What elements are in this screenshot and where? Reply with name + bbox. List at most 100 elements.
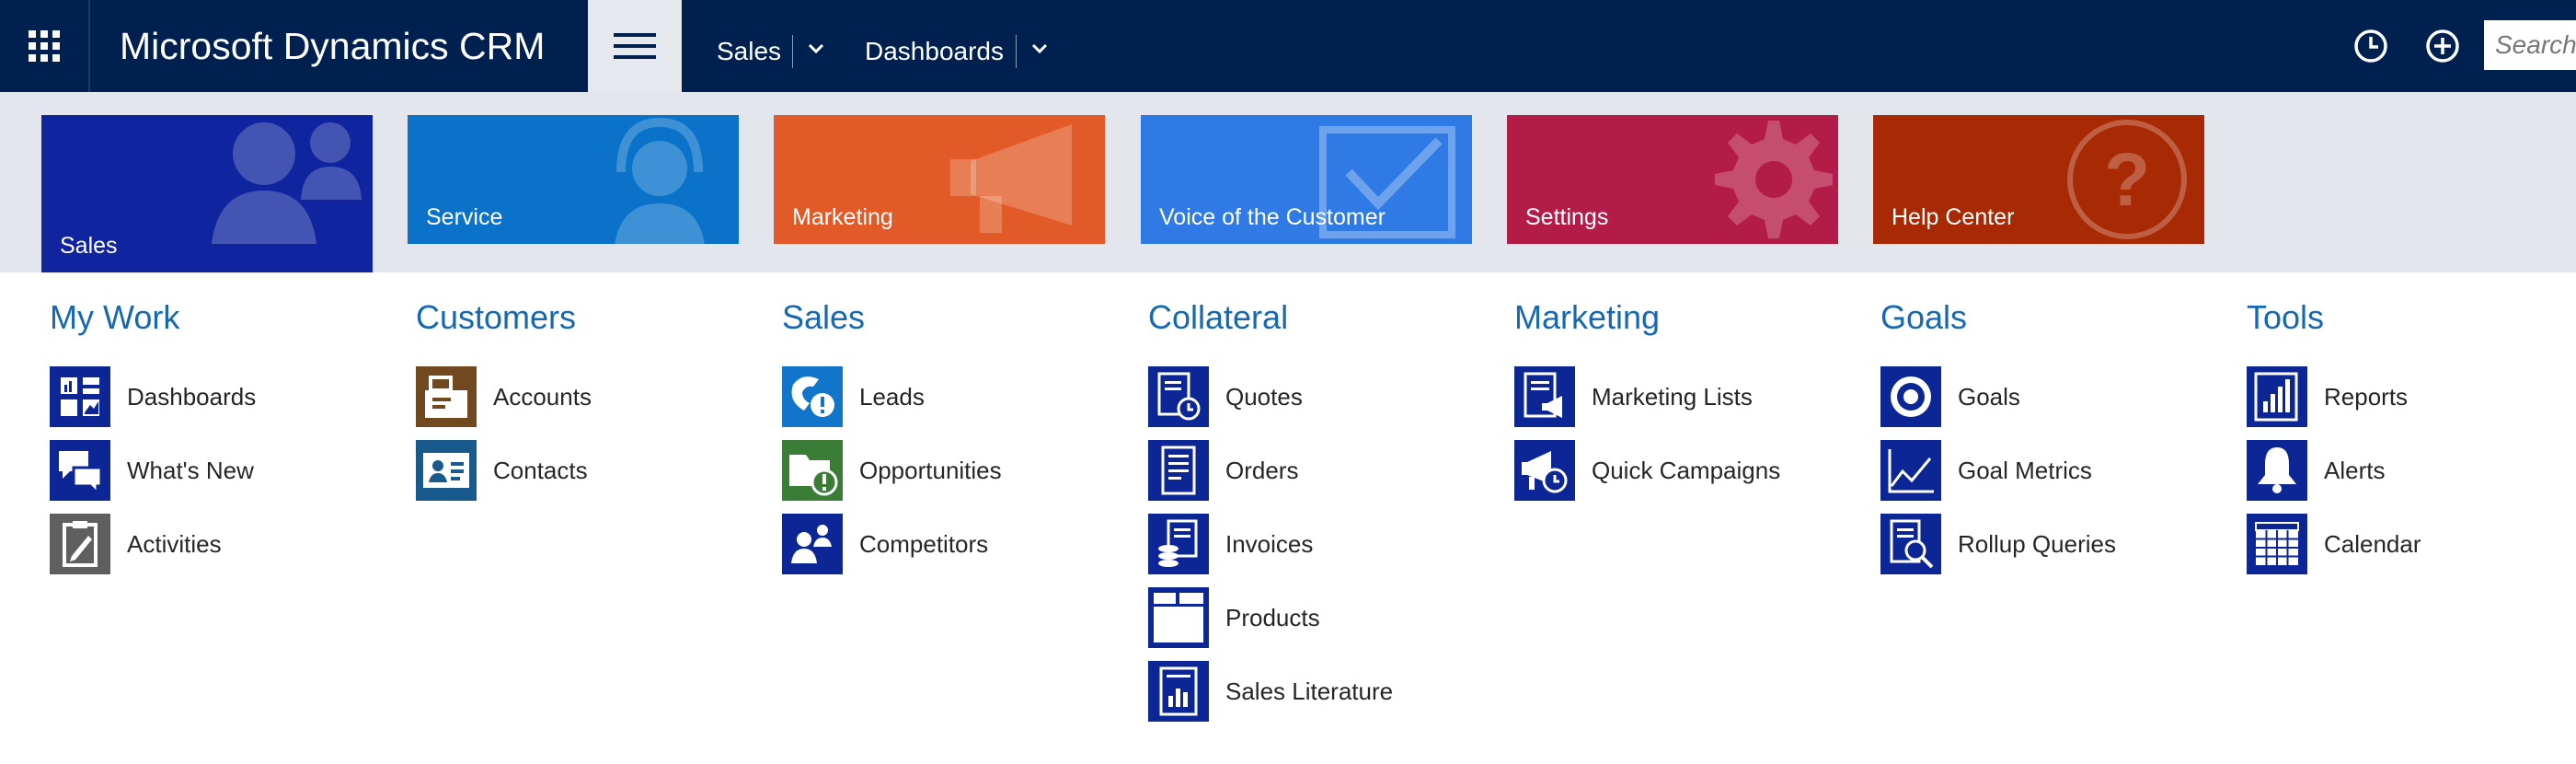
calendar-icon [2247, 514, 2307, 574]
line-graph-icon [1880, 440, 1941, 501]
subarea-products[interactable]: Products [1148, 587, 1489, 648]
tile-label: Help Center [1892, 204, 2015, 230]
subarea-label: Alerts [2324, 457, 2386, 484]
subarea-reports[interactable]: Reports [2247, 366, 2576, 427]
subarea-label: Leads [859, 383, 925, 411]
marketing-list-icon [1514, 366, 1575, 427]
gear-icon [1715, 121, 1833, 238]
chevron-down-icon [808, 43, 824, 54]
target-icon [1880, 366, 1941, 427]
doc-search-icon [1880, 514, 1941, 574]
subarea-goal-metrics[interactable]: Goal Metrics [1880, 440, 2221, 501]
campaign-icon [1514, 440, 1575, 501]
product-box-icon [1148, 587, 1209, 648]
quote-doc-icon [1148, 366, 1209, 427]
subarea-label: Accounts [493, 383, 592, 411]
quick-create-button[interactable] [2421, 24, 2465, 68]
tile-help-center[interactable]: ? Help Center [1873, 115, 2204, 244]
tile-label: Voice of the Customer [1159, 204, 1386, 230]
subarea-leads[interactable]: Leads [782, 366, 1122, 427]
subarea-label: Contacts [493, 457, 588, 484]
chat-bubbles-icon [50, 440, 110, 501]
tile-sales[interactable]: Sales [41, 115, 373, 272]
search-box[interactable]: Search [2484, 20, 2576, 70]
tile-label: Service [426, 204, 503, 230]
literature-icon [1148, 661, 1209, 722]
site-map-button[interactable] [588, 0, 682, 92]
sales-people-icon [211, 122, 362, 244]
subarea-label: Goals [1958, 383, 2020, 411]
area-tile-bar: Sales Service Marketing Voice of the Cus… [0, 92, 2576, 272]
subarea-goals[interactable]: Goals [1880, 366, 2221, 427]
tile-settings[interactable]: Settings [1507, 115, 1838, 244]
nav-area-dropdown[interactable] [802, 35, 830, 63]
tile-service[interactable]: Service [408, 115, 739, 244]
subarea-alerts[interactable]: Alerts [2247, 440, 2576, 501]
subarea-label: Opportunities [859, 457, 1002, 484]
clipboard-icon [50, 514, 110, 574]
group-title: Goals [1880, 298, 1968, 336]
phone-alert-icon [782, 366, 843, 427]
plus-circle-icon [2426, 29, 2459, 63]
subarea-marketing-lists[interactable]: Marketing Lists [1514, 366, 1855, 427]
subarea-label: Marketing Lists [1592, 383, 1753, 411]
subarea-quick-campaigns[interactable]: Quick Campaigns [1514, 440, 1855, 501]
folder-alert-icon [782, 440, 843, 501]
subarea-label: Products [1225, 604, 1320, 631]
subarea-calendar[interactable]: Calendar [2247, 514, 2576, 574]
subarea-invoices[interactable]: Invoices [1148, 514, 1489, 574]
subarea-dashboards[interactable]: Dashboards [50, 366, 390, 427]
megaphone-icon [950, 124, 1072, 233]
subarea-quotes[interactable]: Quotes [1148, 366, 1489, 427]
waffle-icon [29, 30, 60, 62]
hamburger-icon [614, 33, 656, 59]
headset-agent-icon [615, 117, 705, 244]
group-title: My Work [50, 298, 180, 336]
subarea-orders[interactable]: Orders [1148, 440, 1489, 501]
subarea-label: Goal Metrics [1958, 457, 2092, 484]
subarea-opportunities[interactable]: Opportunities [782, 440, 1122, 501]
group-title: Sales [782, 298, 866, 336]
nav-subarea-dashboards[interactable]: Dashboards [865, 0, 1004, 92]
subarea-label: What's New [127, 457, 254, 484]
divider [88, 0, 90, 92]
app-launcher-button[interactable] [0, 0, 88, 92]
subarea-activities[interactable]: Activities [50, 514, 390, 574]
account-folder-icon [416, 366, 477, 427]
invoice-icon [1148, 514, 1209, 574]
subarea-label: Reports [2324, 383, 2409, 411]
subarea-label: Orders [1225, 457, 1299, 484]
contact-card-icon [416, 440, 477, 501]
svg-text:?: ? [2104, 138, 2150, 222]
nav-subarea-dropdown[interactable] [1026, 35, 1053, 63]
tile-marketing[interactable]: Marketing [774, 115, 1105, 244]
competitors-icon [782, 514, 843, 574]
nav-area-sales[interactable]: Sales [717, 0, 781, 92]
subarea-label: Dashboards [127, 383, 257, 411]
nav-divider [792, 35, 793, 68]
subarea-contacts[interactable]: Contacts [416, 440, 756, 501]
subarea-label: Activities [127, 530, 222, 558]
group-title: Tools [2247, 298, 2325, 336]
tile-voice-of-the-customer[interactable]: Voice of the Customer [1141, 115, 1472, 244]
app-title: Microsoft Dynamics CRM [120, 25, 546, 67]
subarea-label: Competitors [859, 530, 989, 558]
tile-label: Sales [60, 233, 118, 259]
subarea-accounts[interactable]: Accounts [416, 366, 756, 427]
top-navigation-bar: Microsoft Dynamics CRM Sales Dashboards … [0, 0, 2576, 92]
subarea-rollup-queries[interactable]: Rollup Queries [1880, 514, 2221, 574]
chevron-down-icon [1031, 43, 1048, 54]
group-title: Collateral [1148, 298, 1289, 336]
group-title: Customers [416, 298, 577, 336]
recent-items-button[interactable] [2349, 24, 2393, 68]
bell-icon [2247, 440, 2307, 501]
subarea-sales-literature[interactable]: Sales Literature [1148, 661, 1489, 722]
subarea-competitors[interactable]: Competitors [782, 514, 1122, 574]
question-icon: ? [2067, 120, 2187, 239]
subarea-whats-new[interactable]: What's New [50, 440, 390, 501]
clock-history-icon [2354, 29, 2387, 63]
group-title: Marketing [1514, 298, 1661, 336]
dashboard-icon [50, 366, 110, 427]
subarea-label: Invoices [1225, 530, 1314, 558]
tile-label: Settings [1525, 204, 1609, 230]
